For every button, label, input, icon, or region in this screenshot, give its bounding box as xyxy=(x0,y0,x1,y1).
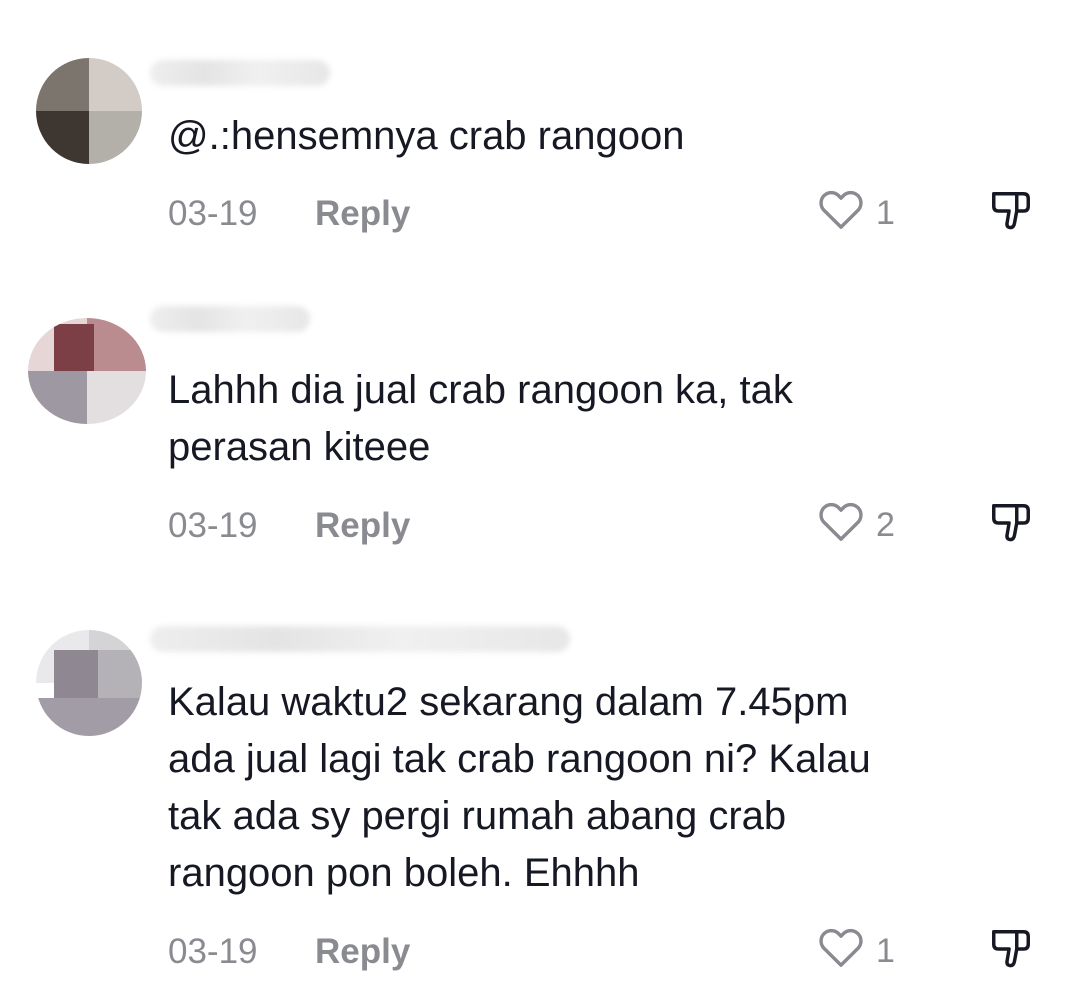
comment-text: Lahhh dia jual crab rangoon ka, tak pera… xyxy=(168,368,793,469)
heart-outline-icon xyxy=(819,502,863,541)
dislike-button[interactable] xyxy=(988,188,1036,236)
like-count: 1 xyxy=(876,932,895,970)
avatar[interactable] xyxy=(36,630,142,736)
like-count: 2 xyxy=(876,506,895,544)
username-redacted xyxy=(150,60,330,86)
username-redacted xyxy=(150,306,310,332)
username-redacted xyxy=(150,626,570,652)
dislike-button[interactable] xyxy=(988,500,1036,548)
dislike-button[interactable] xyxy=(988,926,1036,974)
comment-date: 03-19 xyxy=(168,932,258,971)
heart-outline-icon xyxy=(819,928,863,967)
avatar[interactable] xyxy=(28,318,146,424)
reply-button[interactable]: Reply xyxy=(315,194,410,234)
thumbs-down-icon xyxy=(992,192,1030,230)
comment-text: @.:hensemnya crab rangoon xyxy=(168,114,685,158)
comment-date: 03-19 xyxy=(168,506,258,545)
avatar[interactable] xyxy=(36,58,142,164)
reply-button[interactable]: Reply xyxy=(315,506,410,546)
comment-text: Kalau waktu2 sekarang dalam 7.45pm ada j… xyxy=(168,680,871,895)
thumbs-down-icon xyxy=(992,930,1030,968)
reply-button[interactable]: Reply xyxy=(315,932,410,972)
thumbs-down-icon xyxy=(992,504,1030,542)
like-count: 1 xyxy=(876,194,895,232)
comment-meta: 03-19 Reply 2 xyxy=(168,498,1048,548)
comment-date: 03-19 xyxy=(168,194,258,233)
comment-meta: 03-19 Reply 1 xyxy=(168,924,1048,974)
heart-outline-icon xyxy=(819,190,863,229)
comment-meta: 03-19 Reply 1 xyxy=(168,186,1048,236)
